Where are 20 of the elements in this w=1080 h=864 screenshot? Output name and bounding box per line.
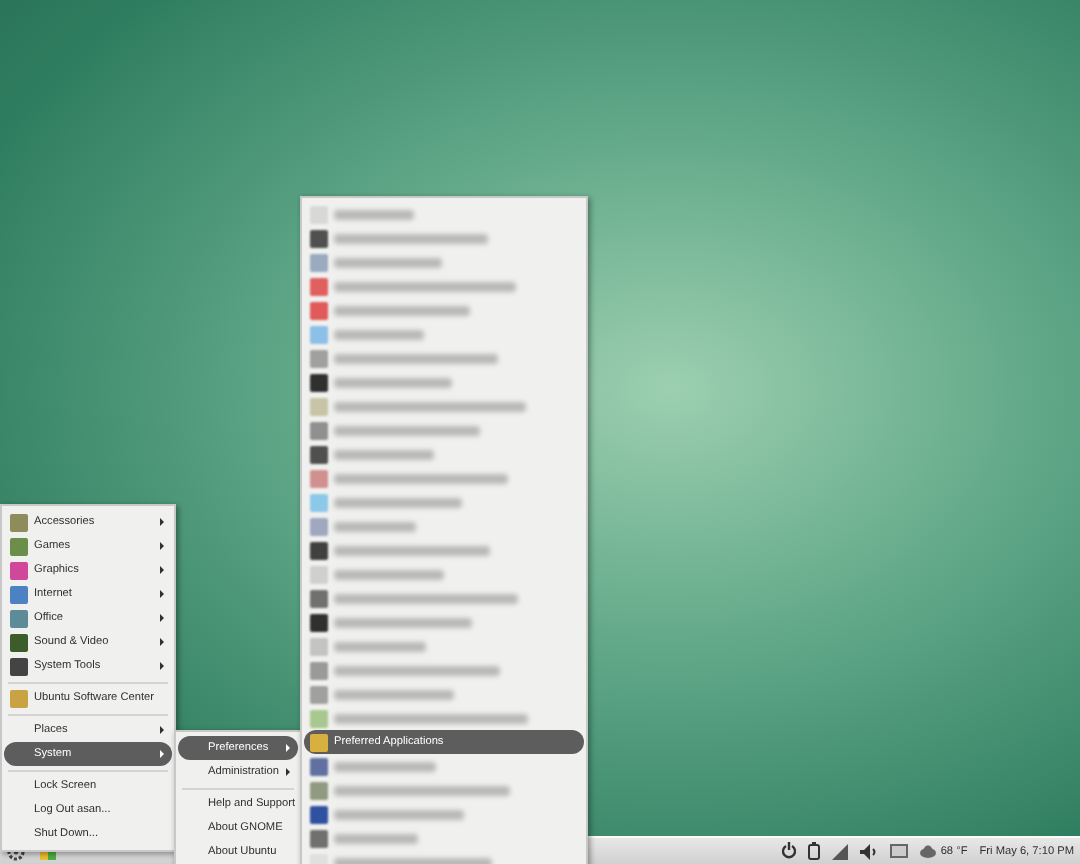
blurred-label — [334, 617, 472, 627]
power-icon[interactable] — [782, 842, 797, 860]
blurred-label — [334, 833, 418, 843]
blurred-label — [334, 209, 414, 219]
blurred-label — [334, 521, 416, 531]
blurred-label — [334, 329, 424, 339]
blurred-label — [334, 809, 464, 819]
signal-icon[interactable] — [832, 843, 849, 859]
blurred-label — [334, 641, 426, 651]
cloud-icon — [920, 844, 937, 858]
blurred-label — [334, 569, 444, 579]
blurred-label — [334, 257, 442, 267]
blurred-label — [334, 305, 470, 315]
battery-icon[interactable] — [808, 842, 821, 860]
volume-icon[interactable] — [860, 843, 879, 859]
blurred-label — [334, 761, 436, 771]
blurred-label — [334, 689, 454, 699]
blurred-label — [334, 449, 434, 459]
blurred-label — [334, 497, 462, 507]
blurred-label — [334, 377, 452, 387]
